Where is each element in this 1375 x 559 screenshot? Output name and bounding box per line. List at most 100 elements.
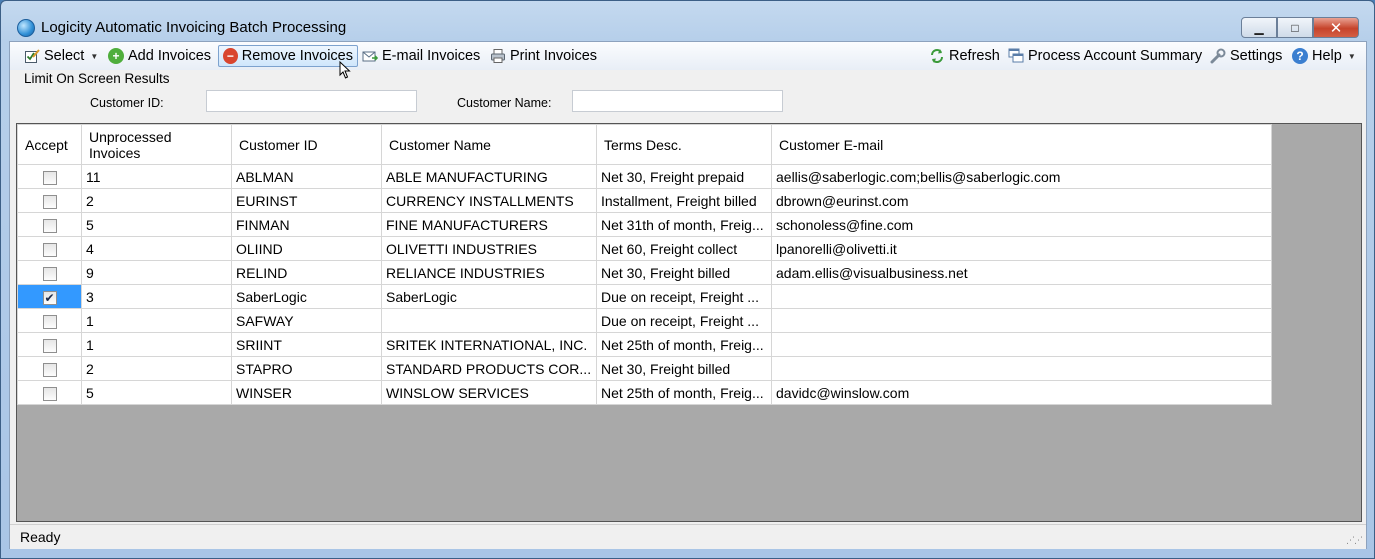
help-dropdown-button[interactable]: ? Help ▼ <box>1288 45 1360 67</box>
email-cell[interactable]: dbrown@eurinst.com <box>771 188 1272 213</box>
customer-id-cell[interactable]: ABLMAN <box>231 164 382 189</box>
unprocessed-cell[interactable]: 2 <box>81 356 232 381</box>
accept-cell[interactable] <box>17 164 82 189</box>
email-cell[interactable] <box>771 284 1272 309</box>
terms-cell[interactable]: Installment, Freight billed <box>596 188 772 213</box>
terms-cell[interactable]: Due on receipt, Freight ... <box>596 308 772 333</box>
unprocessed-cell[interactable]: 3 <box>81 284 232 309</box>
accept-checkbox[interactable] <box>42 314 57 329</box>
customer-name-cell[interactable]: FINE MANUFACTURERS <box>381 212 597 237</box>
unprocessed-cell[interactable]: 1 <box>81 308 232 333</box>
table-row[interactable]: 5 FINMAN FINE MANUFACTURERS Net 31th of mon… <box>17 212 1272 237</box>
accept-checkbox[interactable] <box>42 170 57 185</box>
customer-name-cell[interactable]: STANDARD PRODUCTS COR... <box>381 356 597 381</box>
accept-cell[interactable] <box>17 380 82 405</box>
email-cell[interactable] <box>771 332 1272 357</box>
add-invoices-button[interactable]: + Add Invoices <box>104 45 215 67</box>
terms-cell[interactable]: Net 30, Freight billed <box>596 260 772 285</box>
select-dropdown-button[interactable]: Select ▼ <box>20 45 102 67</box>
customer-id-cell[interactable]: EURINST <box>231 188 382 213</box>
unprocessed-cell[interactable]: 9 <box>81 260 232 285</box>
unprocessed-cell[interactable]: 5 <box>81 212 232 237</box>
email-cell[interactable] <box>771 308 1272 333</box>
customer-id-cell[interactable]: FINMAN <box>231 212 382 237</box>
customer-name-cell[interactable]: CURRENCY INSTALLMENTS <box>381 188 597 213</box>
table-row[interactable]: 2 STAPRO STANDARD PRODUCTS COR... Net 30, F… <box>17 356 1272 381</box>
accept-checkbox[interactable] <box>42 362 57 377</box>
table-row[interactable]: 2 EURINST CURRENCY INSTALLMENTS Installment… <box>17 188 1272 213</box>
unprocessed-cell[interactable]: 1 <box>81 332 232 357</box>
accept-cell[interactable] <box>17 212 82 237</box>
customer-id-cell[interactable]: OLIIND <box>231 236 382 261</box>
accept-cell[interactable] <box>17 260 82 285</box>
email-cell[interactable]: aellis@saberlogic.com;bellis@saberlogic.… <box>771 164 1272 189</box>
customer-id-cell[interactable]: STAPRO <box>231 356 382 381</box>
terms-cell[interactable]: Net 30, Freight prepaid <box>596 164 772 189</box>
print-invoices-button[interactable]: Print Invoices <box>486 45 601 67</box>
table-row[interactable]: 4 OLIIND OLIVETTI INDUSTRIES Net 60, Freigh… <box>17 236 1272 261</box>
close-button[interactable]: ✕ <box>1313 17 1359 38</box>
column-header-customer-email[interactable]: Customer E-mail <box>771 124 1272 165</box>
customer-id-cell[interactable]: SAFWAY <box>231 308 382 333</box>
refresh-button[interactable]: Refresh <box>925 45 1004 67</box>
column-header-customer-name[interactable]: Customer Name <box>381 124 597 165</box>
accept-cell[interactable] <box>17 236 82 261</box>
terms-cell[interactable]: Net 31th of month, Freig... <box>596 212 772 237</box>
accept-cell[interactable] <box>17 188 82 213</box>
terms-cell[interactable]: Net 30, Freight billed <box>596 356 772 381</box>
terms-cell[interactable]: Net 25th of month, Freig... <box>596 380 772 405</box>
table-row[interactable]: 1 SRIINT SRITEK INTERNATIONAL, INC. Net 25t… <box>17 332 1272 357</box>
column-header-customer-id[interactable]: Customer ID <box>231 124 382 165</box>
email-cell[interactable] <box>771 356 1272 381</box>
customer-id-input[interactable] <box>206 90 417 112</box>
column-header-unprocessed-invoices[interactable]: Unprocessed Invoices <box>81 124 232 165</box>
customer-name-cell[interactable]: ABLE MANUFACTURING <box>381 164 597 189</box>
table-row[interactable]: 5 WINSER WINSLOW SERVICES Net 25th of month… <box>17 380 1272 405</box>
accept-checkbox[interactable] <box>42 266 57 281</box>
accept-checkbox[interactable] <box>42 242 57 257</box>
customer-name-cell[interactable]: SaberLogic <box>381 284 597 309</box>
customer-name-cell[interactable]: SRITEK INTERNATIONAL, INC. <box>381 332 597 357</box>
table-row[interactable]: 1 SAFWAY Due on receipt, Freight ... <box>17 308 1272 333</box>
email-cell[interactable]: lpanorelli@olivetti.it <box>771 236 1272 261</box>
customer-id-cell[interactable]: SRIINT <box>231 332 382 357</box>
terms-cell[interactable]: Due on receipt, Freight ... <box>596 284 772 309</box>
accept-cell[interactable] <box>17 332 82 357</box>
customer-id-cell[interactable]: SaberLogic <box>231 284 382 309</box>
accept-cell[interactable] <box>17 356 82 381</box>
customer-name-cell[interactable]: OLIVETTI INDUSTRIES <box>381 236 597 261</box>
customer-name-cell[interactable] <box>381 308 597 333</box>
table-row[interactable]: 11 ABLMAN ABLE MANUFACTURING Net 30, Freigh… <box>17 164 1272 189</box>
email-cell[interactable]: schonoless@fine.com <box>771 212 1272 237</box>
accept-checkbox[interactable] <box>42 386 57 401</box>
unprocessed-cell[interactable]: 5 <box>81 380 232 405</box>
customer-name-input[interactable] <box>572 90 783 112</box>
table-row[interactable]: ✔ 3 SaberLogic SaberLogic Due on receipt, Fr… <box>17 284 1272 309</box>
terms-cell[interactable]: Net 25th of month, Freig... <box>596 332 772 357</box>
column-header-terms[interactable]: Terms Desc. <box>596 124 772 165</box>
accept-cell[interactable] <box>17 308 82 333</box>
unprocessed-cell[interactable]: 2 <box>81 188 232 213</box>
minimize-button[interactable]: ▁ <box>1241 17 1277 38</box>
email-cell[interactable]: davidc@winslow.com <box>771 380 1272 405</box>
customer-name-cell[interactable]: RELIANCE INDUSTRIES <box>381 260 597 285</box>
email-cell[interactable]: adam.ellis@visualbusiness.net <box>771 260 1272 285</box>
customer-id-cell[interactable]: WINSER <box>231 380 382 405</box>
accept-checkbox[interactable] <box>42 338 57 353</box>
column-header-accept[interactable]: Accept <box>17 124 82 165</box>
settings-button[interactable]: Settings <box>1206 45 1286 67</box>
email-invoices-button[interactable]: E-mail Invoices <box>358 45 484 67</box>
table-row[interactable]: 9 RELIND RELIANCE INDUSTRIES Net 30, Freigh… <box>17 260 1272 285</box>
accept-checkbox-checked[interactable]: ✔ <box>42 290 57 305</box>
terms-cell[interactable]: Net 60, Freight collect <box>596 236 772 261</box>
customer-id-cell[interactable]: RELIND <box>231 260 382 285</box>
customer-name-cell[interactable]: WINSLOW SERVICES <box>381 380 597 405</box>
unprocessed-cell[interactable]: 11 <box>81 164 232 189</box>
accept-checkbox[interactable] <box>42 218 57 233</box>
process-account-summary-button[interactable]: Process Account Summary <box>1004 45 1206 67</box>
unprocessed-cell[interactable]: 4 <box>81 236 232 261</box>
invoice-grid[interactable]: Accept Unprocessed Invoices Customer ID … <box>16 123 1362 522</box>
resize-grip-icon[interactable]: ⋰⋰ <box>1346 535 1363 546</box>
title-bar[interactable]: Logicity Automatic Invoicing Batch Proce… <box>1 1 1374 41</box>
accept-checkbox[interactable] <box>42 194 57 209</box>
